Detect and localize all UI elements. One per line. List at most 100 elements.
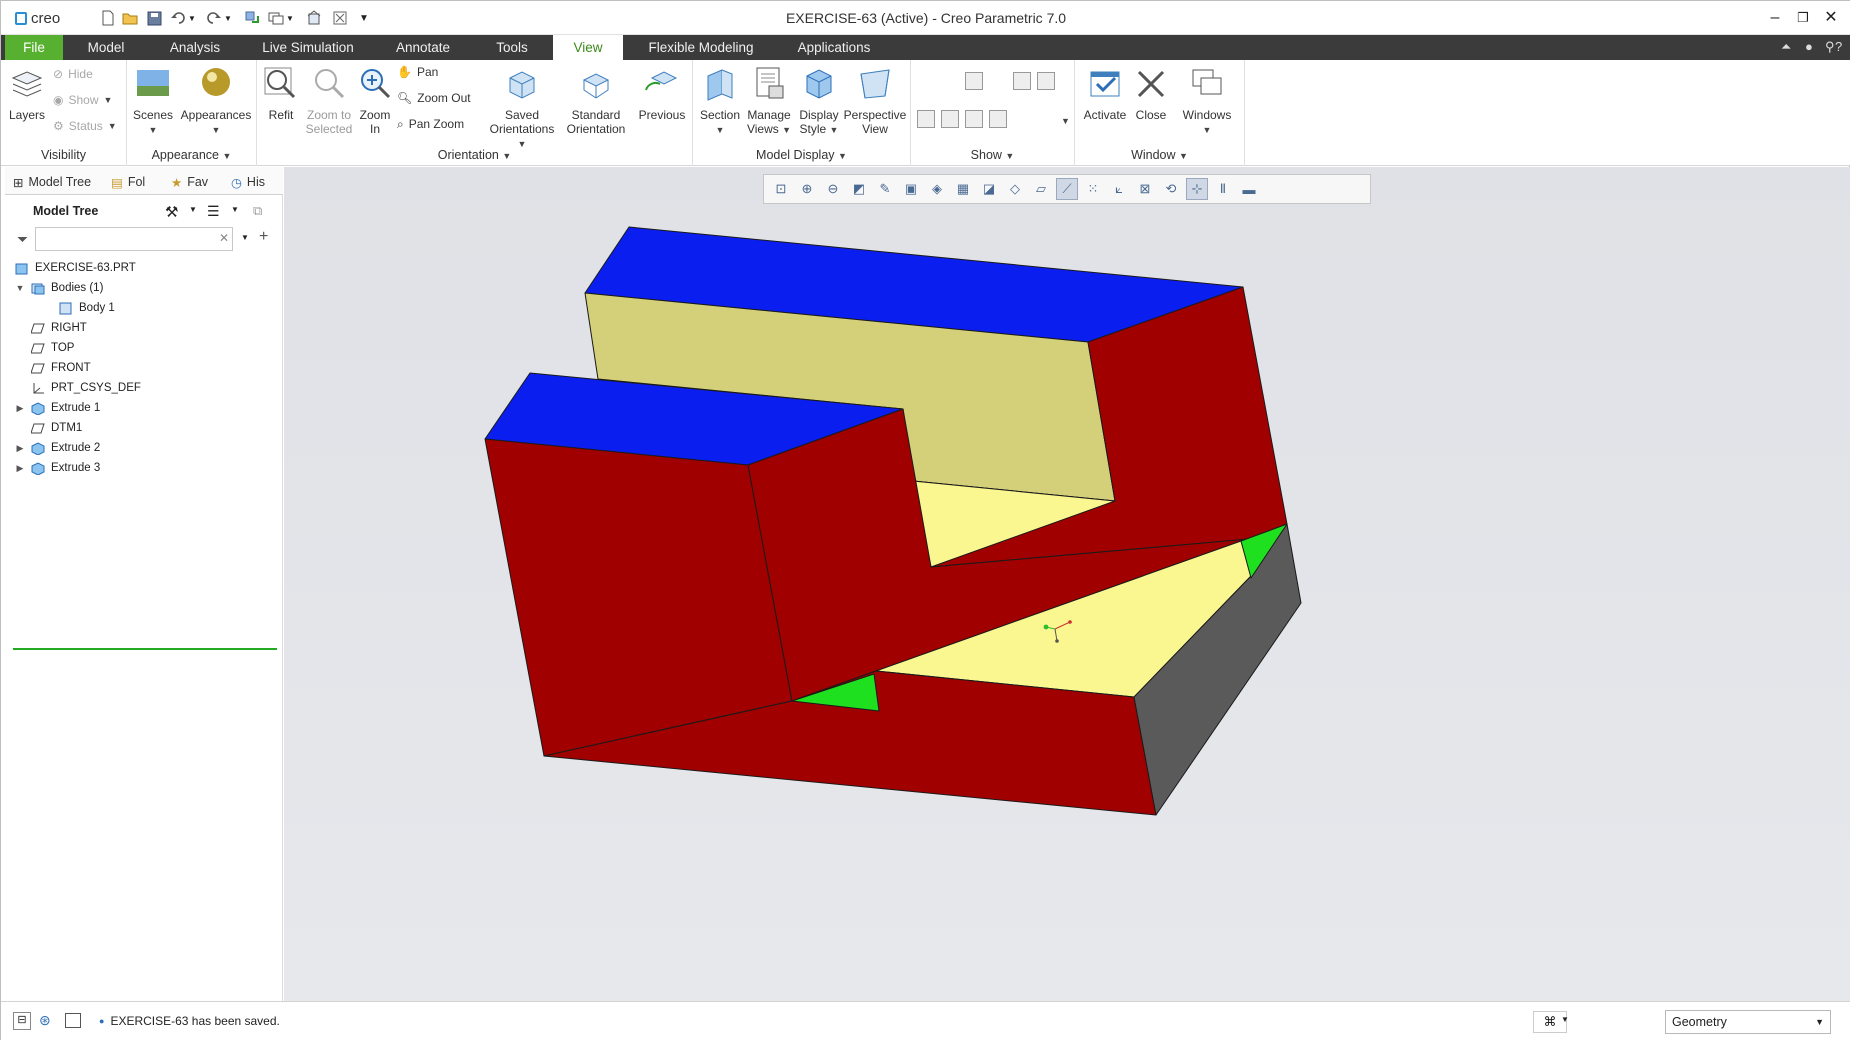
close-window-button[interactable]: Close <box>1131 64 1171 122</box>
tab-favorites[interactable]: ★ Fav <box>171 171 217 193</box>
collapse-ribbon-icon[interactable]: ⏶ <box>1781 39 1791 55</box>
window-group-label[interactable]: Window ▼ <box>1075 148 1244 162</box>
tree-item[interactable]: PRT_CSYS_DEF <box>15 378 141 398</box>
full-screen-icon[interactable] <box>65 1013 81 1028</box>
tree-item[interactable]: ▶ Extrude 2 <box>15 438 100 458</box>
tree-item[interactable]: Body 1 <box>43 298 115 318</box>
insert-here-indicator[interactable] <box>13 648 277 650</box>
refit-button[interactable]: Refit <box>261 64 301 122</box>
tag-icon[interactable]: ⊹ <box>1186 178 1208 200</box>
point-display-icon[interactable]: ⁙ <box>1082 178 1104 200</box>
sketch-display-icon[interactable] <box>1013 110 1031 128</box>
tree-item[interactable]: ▶ Extrude 3 <box>15 458 100 478</box>
saved-orientations-button[interactable]: Saved Orientations ▼ <box>485 64 559 151</box>
minimize-button[interactable]: – <box>1761 7 1789 29</box>
manage-views-button[interactable]: Manage Views ▼ <box>745 64 793 137</box>
status-button[interactable]: ⚙ Status ▼ <box>53 116 117 136</box>
browser-toggle-icon[interactable]: ⊛ <box>39 1012 51 1029</box>
tab-file[interactable]: File <box>5 35 63 60</box>
model-3d-view[interactable] <box>284 167 1850 1001</box>
display-style-button[interactable]: Display Style ▼ <box>795 64 843 137</box>
tab-analysis[interactable]: Analysis <box>161 35 229 60</box>
view-manager-icon[interactable]: ▦ <box>952 178 974 200</box>
csys-display-icon[interactable]: ⟀ <box>1108 178 1130 200</box>
tab-folder-browser[interactable]: ▤ Fol <box>111 171 157 193</box>
tab-model[interactable]: Model <box>77 35 135 60</box>
section-button[interactable]: Section ▼ <box>697 64 743 137</box>
perspective-view-button[interactable]: Perspective View <box>843 64 907 136</box>
expand-arrow-icon[interactable]: ▶ <box>15 443 25 454</box>
tree-item[interactable]: TOP <box>15 338 74 358</box>
appearance-group-label[interactable]: Appearance ▼ <box>127 148 256 162</box>
left-front-face[interactable] <box>484 438 793 757</box>
orientation-group-label[interactable]: Orientation ▼ <box>257 148 692 162</box>
csys-display-icon[interactable] <box>989 72 1007 90</box>
perspective-icon[interactable]: ◪ <box>978 178 1000 200</box>
stop-icon[interactable]: ▬ <box>1238 178 1260 200</box>
tab-flexible-modeling[interactable]: Flexible Modeling <box>641 35 761 60</box>
find-dropdown-icon[interactable]: ▼ <box>1561 1015 1569 1024</box>
saved-orientations-icon[interactable]: ▣ <box>900 178 922 200</box>
add-icon[interactable]: + <box>259 228 268 246</box>
zoom-out-button[interactable]: 🔍︎ Zoom Out <box>397 88 471 108</box>
tab-view[interactable]: View <box>553 35 623 60</box>
maximize-button[interactable]: ❐ <box>1789 7 1817 29</box>
display-style-icon[interactable]: ◈ <box>926 178 948 200</box>
spin-center-icon[interactable]: ✎ <box>874 178 896 200</box>
zoom-to-selected-button[interactable]: Zoom to Selected <box>303 64 355 136</box>
tree-item[interactable]: FRONT <box>15 358 91 378</box>
show-group-label[interactable]: Show ▼ <box>911 148 1074 162</box>
pan-button[interactable]: ✋ Pan <box>397 62 438 82</box>
spin-center-display-icon[interactable] <box>1013 72 1031 90</box>
plane-tag-display-icon[interactable] <box>917 110 935 128</box>
show-options-icon[interactable]: ☰ <box>207 203 220 220</box>
hide-button[interactable]: ⊘ Hide <box>53 64 93 84</box>
tab-tools[interactable]: Tools <box>485 35 539 60</box>
axis-display-icon[interactable]: ⟋ <box>1056 178 1078 200</box>
graphics-area[interactable] <box>284 167 1850 1001</box>
settings-tools-icon[interactable]: ⚒ <box>165 203 178 221</box>
point-display-icon[interactable] <box>965 72 983 90</box>
axis-display-icon[interactable] <box>941 72 959 90</box>
zoom-in-icon[interactable]: ⊕ <box>796 178 818 200</box>
axis-tag-display-icon[interactable] <box>941 110 959 128</box>
plane-display-icon[interactable]: ▱ <box>1030 178 1052 200</box>
tree-item[interactable]: DTM1 <box>15 418 82 438</box>
tree-item[interactable]: ▼ Bodies (1) <box>15 278 103 298</box>
selection-filter[interactable]: Geometry ▼ <box>1665 1010 1831 1034</box>
spin-icon[interactable]: ⟲ <box>1160 178 1182 200</box>
tree-item[interactable]: EXERCISE-63.PRT <box>15 258 136 278</box>
tab-history[interactable]: ◷ His <box>231 171 279 193</box>
appearances-button[interactable]: Appearances ▼ <box>179 64 253 137</box>
notification-icon[interactable]: ● <box>1805 39 1813 54</box>
point-tag-display-icon[interactable] <box>965 110 983 128</box>
plane-display-icon[interactable] <box>917 72 935 90</box>
refit-icon[interactable]: ⊡ <box>770 178 792 200</box>
tab-live-simulation[interactable]: Live Simulation <box>255 35 361 60</box>
filter-icon[interactable]: ⏷ <box>17 231 28 248</box>
previous-button[interactable]: Previous <box>637 64 687 122</box>
collapse-arrow-icon[interactable]: ▼ <box>15 283 25 293</box>
settings-dropdown-icon[interactable]: ▼ <box>189 205 197 214</box>
show-options-dropdown-icon[interactable]: ▼ <box>231 205 239 214</box>
tree-item[interactable]: RIGHT <box>15 318 87 338</box>
activate-button[interactable]: Activate <box>1081 64 1129 122</box>
navigator-toggle-icon[interactable]: ⊟ <box>13 1012 31 1030</box>
tab-applications[interactable]: Applications <box>787 35 881 60</box>
windows-button[interactable]: Windows ▼ <box>1177 64 1237 137</box>
close-button[interactable]: ✕ <box>1817 7 1845 29</box>
annotation-display-icon[interactable] <box>1037 72 1055 90</box>
user-icon[interactable]: ⚲ <box>1825 39 1835 55</box>
model-display-group-label[interactable]: Model Display ▼ <box>693 148 910 162</box>
pan-zoom-button[interactable]: ⌕ Pan Zoom <box>397 114 464 134</box>
scenes-button[interactable]: Scenes ▼ <box>131 64 175 137</box>
curve-display-icon[interactable] <box>1037 110 1055 128</box>
csys-tag-display-icon[interactable] <box>989 110 1007 128</box>
tab-model-tree[interactable]: ⊞ Model Tree <box>13 171 103 193</box>
search-dropdown-icon[interactable]: ▼ <box>241 233 249 242</box>
pause-icon[interactable]: Ⅱ <box>1212 178 1234 200</box>
layer-tree-toggle-icon[interactable]: ⧉ <box>253 203 262 219</box>
tree-item[interactable]: ▶ Extrude 1 <box>15 398 100 418</box>
repaint-icon[interactable]: ◩ <box>848 178 870 200</box>
section-icon[interactable]: ◇ <box>1004 178 1026 200</box>
